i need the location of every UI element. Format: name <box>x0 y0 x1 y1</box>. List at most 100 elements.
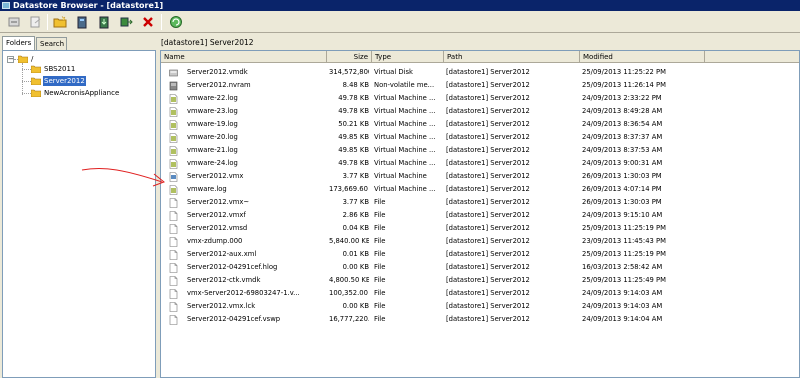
table-row[interactable]: Server2012.vmdk 314,572,800.00 ... Virtual… <box>161 66 799 79</box>
table-row[interactable]: Server2012.nvram 8.48 KB Non-volatile me..… <box>161 79 799 92</box>
table-row[interactable]: Server2012.vmsd 0.04 KB File [datastore1] S… <box>161 222 799 235</box>
cell-name: Server2012.vmx~ <box>187 198 250 206</box>
table-row[interactable]: vmx-zdump.000 5,840.00 KB File [datastore1]… <box>161 235 799 248</box>
file-icon <box>169 224 178 234</box>
cell-type: File <box>374 263 386 271</box>
table-row[interactable]: vmware-20.log 49.85 KB Virtual Machine ...… <box>161 131 799 144</box>
tree-connector <box>22 63 23 95</box>
cell-name: vmware-20.log <box>187 133 238 141</box>
file-icon <box>169 276 178 286</box>
table-row[interactable]: Server2012.vmx 3.77 KB Virtual Machine [dat… <box>161 170 799 183</box>
cell-path: [datastore1] Server2012 <box>446 146 530 154</box>
table-row[interactable]: Server2012-ctk.vmdk 4,800.50 KB File [datas… <box>161 274 799 287</box>
new-folder-icon[interactable] <box>52 14 68 30</box>
cell-type: File <box>374 211 386 219</box>
cell-path: [datastore1] Server2012 <box>446 315 530 323</box>
table-row[interactable]: vmx-Server2012-69803247-1.v... 100,352.00… <box>161 287 799 300</box>
cell-size: 0.04 KB <box>342 224 369 232</box>
tree-item-label: NewAcronisAppliance <box>44 89 120 97</box>
refresh-icon[interactable] <box>6 14 22 30</box>
cell-modified: 24/09/2013 8:49:28 AM <box>582 107 663 115</box>
upload-icon[interactable] <box>74 14 90 30</box>
table-row[interactable]: vmware-23.log 49.78 KB Virtual Machine ...… <box>161 105 799 118</box>
folder-tree: − / SBS2011 Server2012 NewAcronisApplian… <box>2 50 156 378</box>
table-row[interactable]: vmware-21.log 49.85 KB Virtual Machine ...… <box>161 144 799 157</box>
cell-size: 0.00 KB <box>342 263 369 271</box>
column-header-type[interactable]: Type <box>372 51 444 63</box>
cell-name: Server2012.nvram <box>187 81 251 89</box>
cell-modified: 16/03/2013 2:58:42 AM <box>582 263 663 271</box>
tree-connector <box>22 81 31 82</box>
cell-type: File <box>374 198 386 206</box>
cell-name: vmware-19.log <box>187 120 238 128</box>
cell-size: 0.01 KB <box>342 250 369 258</box>
cell-modified: 24/09/2013 9:00:31 AM <box>582 159 663 167</box>
cell-modified: 25/09/2013 11:26:14 PM <box>582 81 666 89</box>
nvram-icon <box>169 81 178 91</box>
cell-name: vmx-Server2012-69803247-1.v... <box>187 289 300 297</box>
cell-path: [datastore1] Server2012 <box>446 224 530 232</box>
cell-name: vmware-24.log <box>187 159 238 167</box>
cell-name: Server2012.vmx <box>187 172 244 180</box>
table-row[interactable]: Server2012-04291cef.hlog 0.00 KB File [data… <box>161 261 799 274</box>
column-header-row: Name Size Type Path Modified <box>161 51 799 63</box>
cell-modified: 24/09/2013 8:36:54 AM <box>582 120 663 128</box>
table-row[interactable]: vmware-24.log 49.78 KB Virtual Machine ...… <box>161 157 799 170</box>
table-row[interactable]: Server2012.vmxf 2.86 KB File [datastore1] S… <box>161 209 799 222</box>
column-header-path[interactable]: Path <box>444 51 580 63</box>
cell-path: [datastore1] Server2012 <box>446 81 530 89</box>
download-icon[interactable] <box>96 14 112 30</box>
browse-icon[interactable] <box>28 14 44 30</box>
cell-path: [datastore1] Server2012 <box>446 94 530 102</box>
collapse-icon[interactable]: − <box>7 56 14 63</box>
register-vm-icon[interactable] <box>118 14 134 30</box>
app-icon <box>2 2 10 9</box>
file-icon <box>169 289 178 299</box>
tree-item-label: Server2012 <box>43 76 86 86</box>
cell-size: 16,777,220.00 K <box>329 315 369 323</box>
tree-item-label: SBS2011 <box>44 65 76 73</box>
table-row[interactable]: Server2012-04291cef.vswp 16,777,220.00 K F… <box>161 313 799 326</box>
cell-type: File <box>374 315 386 323</box>
cell-name: vmx-zdump.000 <box>187 237 243 245</box>
column-header-modified[interactable]: Modified <box>580 51 705 63</box>
file-icon <box>169 263 178 273</box>
delete-icon[interactable] <box>140 14 156 30</box>
cell-type: File <box>374 276 386 284</box>
cell-path: [datastore1] Server2012 <box>446 263 530 271</box>
log-icon <box>169 133 178 143</box>
cell-type: Virtual Machine ... <box>374 185 436 193</box>
cell-type: File <box>374 302 386 310</box>
cell-modified: 24/09/2013 9:14:03 AM <box>582 302 663 310</box>
tab-search[interactable]: Search <box>36 37 67 50</box>
table-row[interactable]: vmware-22.log 49.78 KB Virtual Machine ...… <box>161 92 799 105</box>
cell-modified: 26/09/2013 1:30:03 PM <box>582 198 662 206</box>
cell-path: [datastore1] Server2012 <box>446 250 530 258</box>
cell-type: Virtual Machine <box>374 172 427 180</box>
column-header-name[interactable]: Name <box>161 51 327 63</box>
cell-type: Virtual Machine ... <box>374 107 436 115</box>
cell-path: [datastore1] Server2012 <box>446 120 530 128</box>
cell-modified: 24/09/2013 9:15:10 AM <box>582 211 663 219</box>
cell-modified: 24/09/2013 8:37:53 AM <box>582 146 663 154</box>
log-icon <box>169 185 178 195</box>
cell-path: [datastore1] Server2012 <box>446 159 530 167</box>
table-row[interactable]: Server2012.vmx~ 3.77 KB File [datastore1] S… <box>161 196 799 209</box>
cell-name: Server2012-04291cef.vswp <box>187 315 281 323</box>
cell-name: Server2012.vmx.lck <box>187 302 256 310</box>
tab-folders[interactable]: Folders <box>2 36 35 50</box>
table-row[interactable]: Server2012.vmx.lck 0.00 KB File [datastore1… <box>161 300 799 313</box>
cell-size: 49.85 KB <box>338 146 369 154</box>
table-row[interactable]: Server2012-aux.xml 0.01 KB File [datastore1… <box>161 248 799 261</box>
log-icon <box>169 146 178 156</box>
cell-type: Virtual Machine ... <box>374 94 436 102</box>
cell-size: 4,800.50 KB <box>329 276 369 284</box>
table-row[interactable]: vmware.log 173,669.60 KB Virtual Machine .… <box>161 183 799 196</box>
inventory-icon[interactable] <box>168 14 184 30</box>
cell-path: [datastore1] Server2012 <box>446 289 530 297</box>
table-row[interactable]: vmware-19.log 50.21 KB Virtual Machine ...… <box>161 118 799 131</box>
column-header-size[interactable]: Size <box>327 51 372 63</box>
disk-icon <box>169 68 178 78</box>
tree-root-label: / <box>31 55 34 63</box>
log-icon <box>169 159 178 169</box>
